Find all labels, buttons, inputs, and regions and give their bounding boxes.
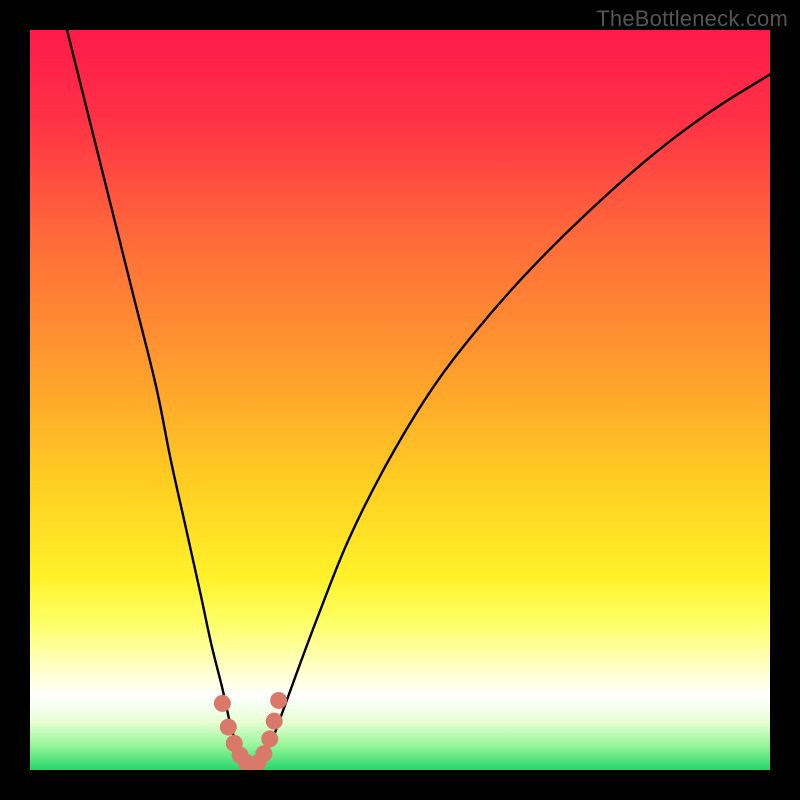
watermark-label: TheBottleneck.com (596, 6, 788, 32)
outer-frame: TheBottleneck.com (0, 0, 800, 800)
plot-area (30, 30, 770, 770)
marker-dot (214, 695, 231, 712)
curve-layer (30, 30, 770, 770)
marker-dot (261, 730, 278, 747)
marker-dot (220, 719, 237, 736)
bottleneck-curve (67, 30, 770, 766)
marker-dot (270, 692, 287, 709)
marker-dot (266, 713, 283, 730)
marker-dot (255, 745, 272, 762)
